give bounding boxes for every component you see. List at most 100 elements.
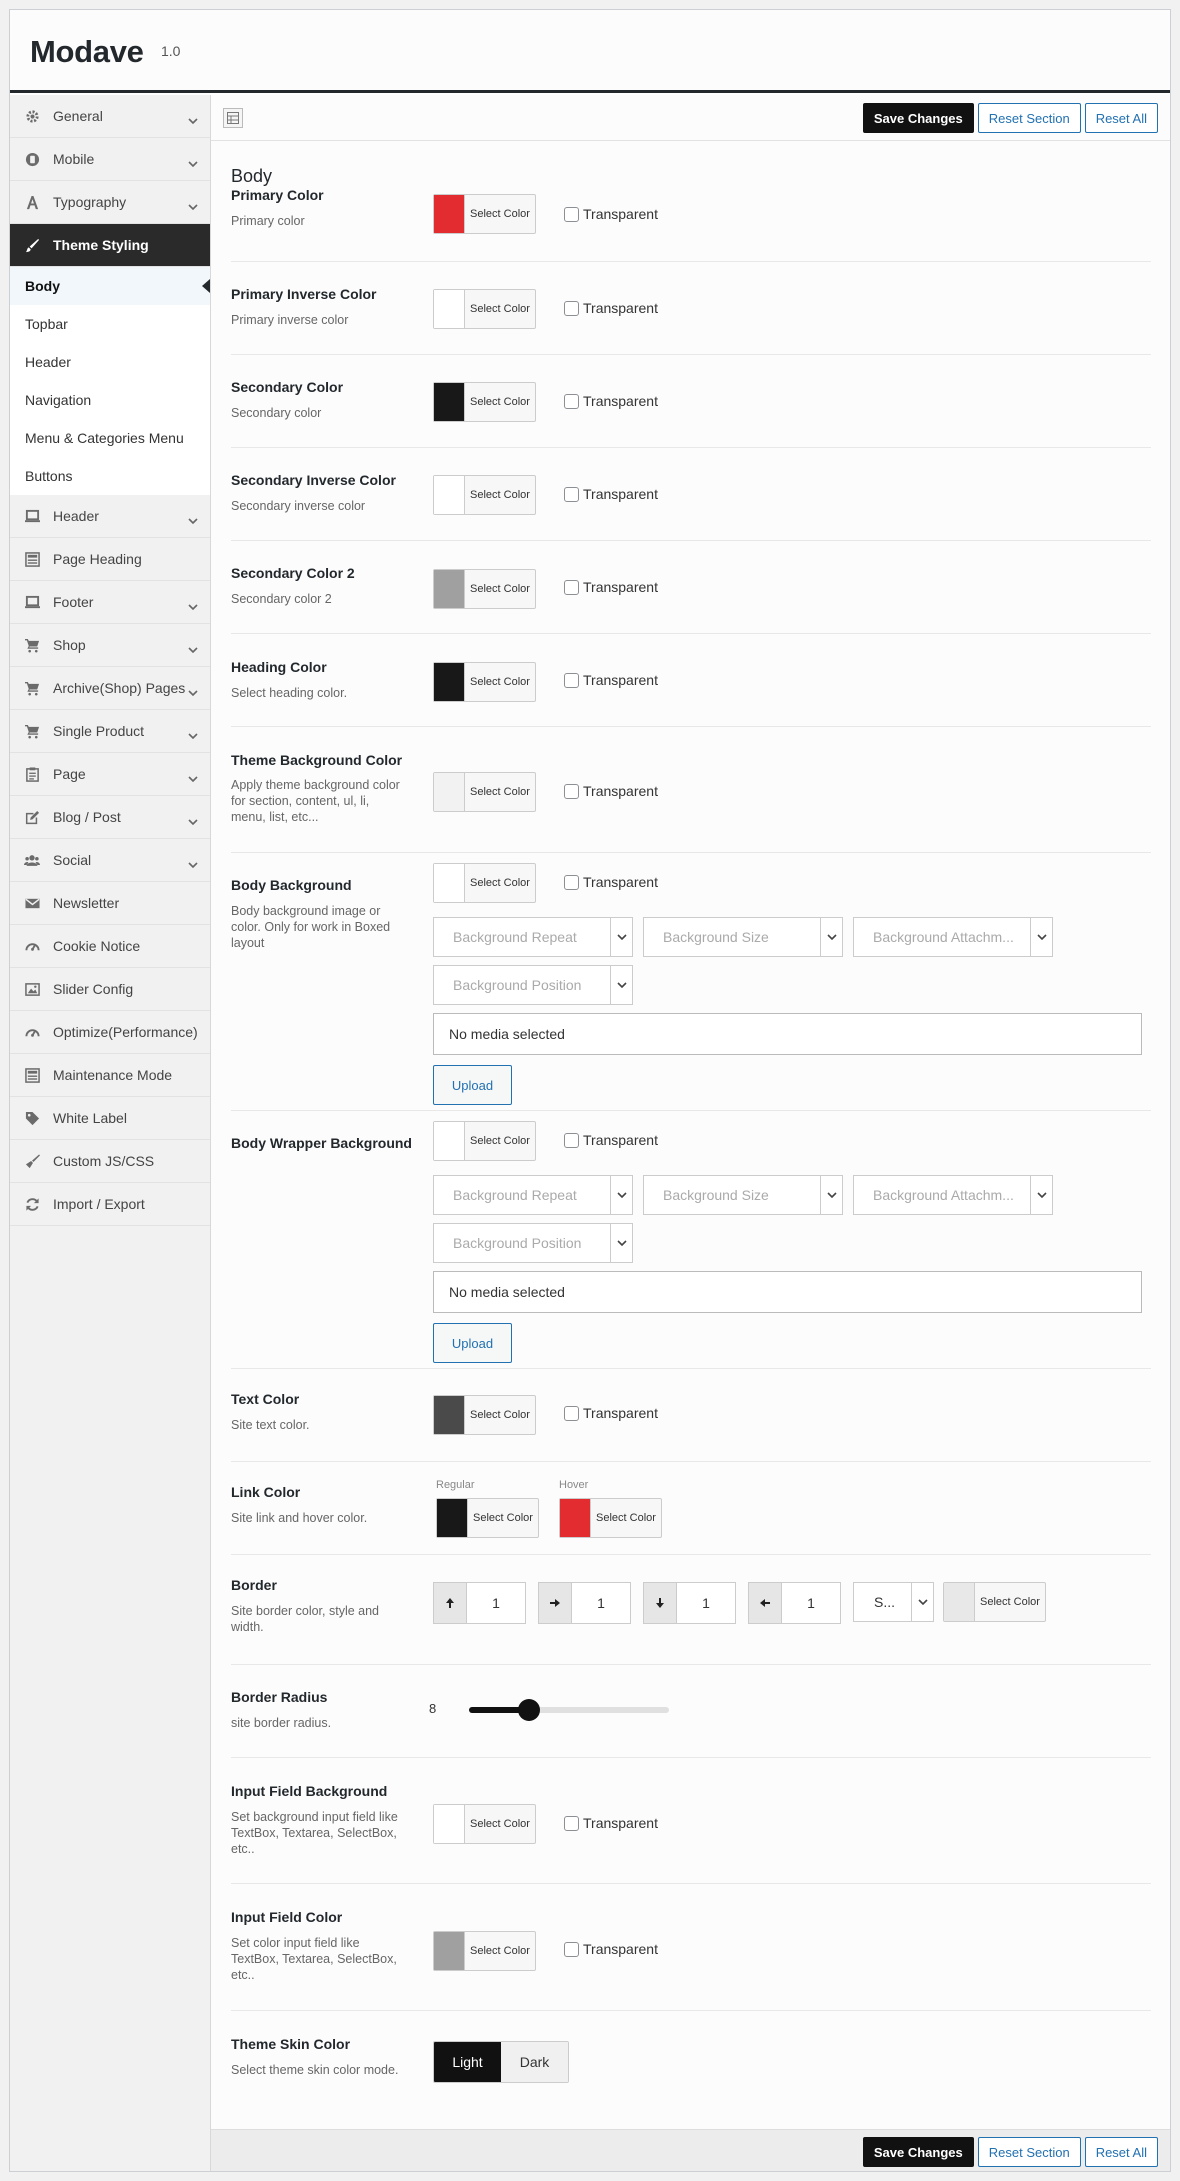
sidebar-item-optimize-performance[interactable]: Optimize(Performance) bbox=[10, 1011, 210, 1054]
chevron-down-icon bbox=[188, 855, 198, 869]
transparent-checkbox[interactable]: Transparent bbox=[564, 1132, 658, 1148]
sidebar-item-page-heading[interactable]: Page Heading bbox=[10, 538, 210, 581]
background-attachment-select[interactable]: Background Attachm... bbox=[853, 917, 1053, 957]
transparent-checkbox[interactable]: Transparent bbox=[564, 1815, 658, 1831]
sidebar-item-label: Page Heading bbox=[53, 551, 142, 567]
reset-all-button[interactable]: Reset All bbox=[1084, 103, 1158, 133]
tag-icon bbox=[24, 1110, 40, 1126]
sidebar-item-custom-js-css[interactable]: Custom JS/CSS bbox=[10, 1140, 210, 1183]
sidebar-item-single-product[interactable]: Single Product bbox=[10, 710, 210, 753]
save-changes-button[interactable]: Save Changes bbox=[862, 103, 974, 133]
skin-dark-button[interactable]: Dark bbox=[501, 2042, 568, 2082]
slider-handle[interactable] bbox=[518, 1699, 540, 1721]
transparent-checkbox[interactable]: Transparent bbox=[564, 206, 658, 222]
color-picker[interactable]: Select Color bbox=[433, 289, 536, 329]
sidebar-item-page[interactable]: Page bbox=[10, 753, 210, 796]
border-right-input[interactable] bbox=[538, 1582, 631, 1624]
option-title: Input Field Color bbox=[231, 1909, 343, 1925]
border-bottom-input[interactable] bbox=[643, 1582, 736, 1624]
option-primary-inverse-color: Primary Inverse Color Primary inverse co… bbox=[231, 262, 1151, 355]
subnav-item-menu-categories-menu[interactable]: Menu & Categories Menu bbox=[10, 419, 210, 457]
option-description: Apply theme background color for section… bbox=[231, 778, 400, 824]
sidebar-item-slider-config[interactable]: Slider Config bbox=[10, 968, 210, 1011]
hover-color-picker[interactable]: Select Color bbox=[559, 1498, 662, 1538]
expand-options-icon[interactable] bbox=[223, 108, 243, 128]
color-picker[interactable]: Select Color bbox=[433, 1121, 536, 1161]
upload-button[interactable]: Upload bbox=[433, 1065, 512, 1105]
background-repeat-select[interactable]: Background Repeat bbox=[433, 917, 633, 957]
chevron-down-icon bbox=[188, 726, 198, 740]
transparent-checkbox[interactable]: Transparent bbox=[564, 300, 658, 316]
transparent-checkbox[interactable]: Transparent bbox=[564, 1941, 658, 1957]
color-picker[interactable]: Select Color bbox=[433, 1395, 536, 1435]
color-picker[interactable]: Select Color bbox=[433, 772, 536, 812]
transparent-checkbox[interactable]: Transparent bbox=[564, 579, 658, 595]
sidebar-item-social[interactable]: Social bbox=[10, 839, 210, 882]
color-picker[interactable]: Select Color bbox=[433, 863, 536, 903]
transparent-checkbox[interactable]: Transparent bbox=[564, 874, 658, 890]
background-size-select[interactable]: Background Size bbox=[643, 917, 843, 957]
color-picker[interactable]: Select Color bbox=[433, 569, 536, 609]
background-position-select[interactable]: Background Position bbox=[433, 1223, 633, 1263]
border-top-input[interactable] bbox=[433, 1582, 526, 1624]
color-picker[interactable]: Select Color bbox=[433, 662, 536, 702]
border-radius-slider[interactable] bbox=[469, 1699, 669, 1722]
reset-section-button[interactable]: Reset Section bbox=[977, 2137, 1081, 2167]
subnav-item-navigation[interactable]: Navigation bbox=[10, 381, 210, 419]
media-input[interactable]: No media selected bbox=[433, 1271, 1142, 1313]
transparent-checkbox[interactable]: Transparent bbox=[564, 672, 658, 688]
color-picker[interactable]: Select Color bbox=[433, 475, 536, 515]
save-changes-button[interactable]: Save Changes bbox=[862, 2137, 974, 2167]
background-size-select[interactable]: Background Size bbox=[643, 1175, 843, 1215]
background-repeat-select[interactable]: Background Repeat bbox=[433, 1175, 633, 1215]
sidebar-item-cookie-notice[interactable]: Cookie Notice bbox=[10, 925, 210, 968]
sidebar-item-typography[interactable]: Typography bbox=[10, 181, 210, 224]
sidebar-item-label: Cookie Notice bbox=[53, 938, 141, 954]
transparent-checkbox[interactable]: Transparent bbox=[564, 783, 658, 799]
color-picker[interactable]: Select Color bbox=[433, 1931, 536, 1971]
reset-section-button[interactable]: Reset Section bbox=[977, 103, 1081, 133]
cart-icon bbox=[24, 723, 40, 739]
subnav-item-topbar[interactable]: Topbar bbox=[10, 305, 210, 343]
sidebar-item-maintenance-mode[interactable]: Maintenance Mode bbox=[10, 1054, 210, 1097]
reset-all-button[interactable]: Reset All bbox=[1084, 2137, 1158, 2167]
subnav-item-buttons[interactable]: Buttons bbox=[10, 457, 210, 495]
upload-button[interactable]: Upload bbox=[433, 1323, 512, 1363]
gear-icon bbox=[24, 108, 40, 124]
subnav-item-body[interactable]: Body bbox=[10, 267, 210, 305]
option-description: Primary inverse color bbox=[231, 313, 349, 327]
sidebar-item-header[interactable]: Header bbox=[10, 495, 210, 538]
sidebar-item-general[interactable]: General bbox=[10, 95, 210, 138]
background-attachment-select[interactable]: Background Attachm... bbox=[853, 1175, 1053, 1215]
transparent-checkbox[interactable]: Transparent bbox=[564, 393, 658, 409]
sidebar-item-theme-styling[interactable]: Theme Styling bbox=[10, 224, 210, 267]
color-swatch bbox=[434, 383, 465, 421]
border-left-input[interactable] bbox=[748, 1582, 841, 1624]
transparent-checkbox[interactable]: Transparent bbox=[564, 486, 658, 502]
subnav-item-header[interactable]: Header bbox=[10, 343, 210, 381]
color-swatch bbox=[560, 1499, 591, 1537]
sidebar-item-shop[interactable]: Shop bbox=[10, 624, 210, 667]
color-swatch bbox=[434, 1932, 465, 1970]
sidebar-item-white-label[interactable]: White Label bbox=[10, 1097, 210, 1140]
background-position-select[interactable]: Background Position bbox=[433, 965, 633, 1005]
media-input[interactable]: No media selected bbox=[433, 1013, 1142, 1055]
regular-color-picker[interactable]: Select Color bbox=[436, 1498, 539, 1538]
skin-light-button[interactable]: Light bbox=[434, 2042, 501, 2082]
sidebar-item-label: Page bbox=[53, 766, 86, 782]
color-picker[interactable]: Select Color bbox=[433, 1804, 536, 1844]
sidebar-item-newsletter[interactable]: Newsletter bbox=[10, 882, 210, 925]
sidebar-item-blog-post[interactable]: Blog / Post bbox=[10, 796, 210, 839]
option-title: Link Color bbox=[231, 1484, 301, 1500]
sidebar-item-mobile[interactable]: Mobile bbox=[10, 138, 210, 181]
sidebar-item-footer[interactable]: Footer bbox=[10, 581, 210, 624]
color-picker[interactable]: Select Color bbox=[433, 194, 536, 234]
sidebar-item-import-export[interactable]: Import / Export bbox=[10, 1183, 210, 1226]
color-picker[interactable]: Select Color bbox=[433, 382, 536, 422]
hover-label: Hover bbox=[559, 1479, 589, 1491]
sidebar-item-archive-shop-pages[interactable]: Archive(Shop) Pages bbox=[10, 667, 210, 710]
border-style-select[interactable]: S... bbox=[853, 1582, 934, 1622]
option-title: Primary Inverse Color bbox=[231, 286, 377, 302]
border-color-picker[interactable]: Select Color bbox=[943, 1582, 1046, 1622]
transparent-checkbox[interactable]: Transparent bbox=[564, 1405, 658, 1421]
